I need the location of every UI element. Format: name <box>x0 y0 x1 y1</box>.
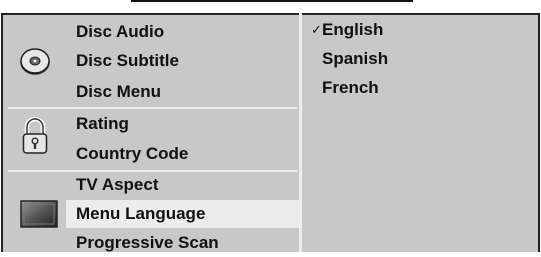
option-english[interactable]: English <box>322 16 383 44</box>
option-spanish[interactable]: Spanish <box>322 45 388 73</box>
menu-item-progressive-scan[interactable]: Progressive Scan <box>76 229 219 257</box>
tv-screen-icon <box>20 200 58 233</box>
checkmark-icon: ✓ <box>311 22 322 37</box>
menu-item-menu-language[interactable]: Menu Language <box>76 200 205 228</box>
menu-item-disc-audio[interactable]: Disc Audio <box>76 18 164 46</box>
option-french[interactable]: French <box>322 74 379 102</box>
disc-icon <box>19 46 51 81</box>
group-divider <box>8 107 297 109</box>
menu-item-disc-menu[interactable]: Disc Menu <box>76 78 161 106</box>
menu-item-disc-subtitle[interactable]: Disc Subtitle <box>76 47 179 75</box>
top-border-line <box>131 0 413 2</box>
column-divider <box>299 13 302 252</box>
menu-item-rating[interactable]: Rating <box>76 110 129 138</box>
menu-item-country-code[interactable]: Country Code <box>76 140 188 168</box>
lock-icon <box>22 116 48 160</box>
menu-item-tv-aspect[interactable]: TV Aspect <box>76 171 159 199</box>
